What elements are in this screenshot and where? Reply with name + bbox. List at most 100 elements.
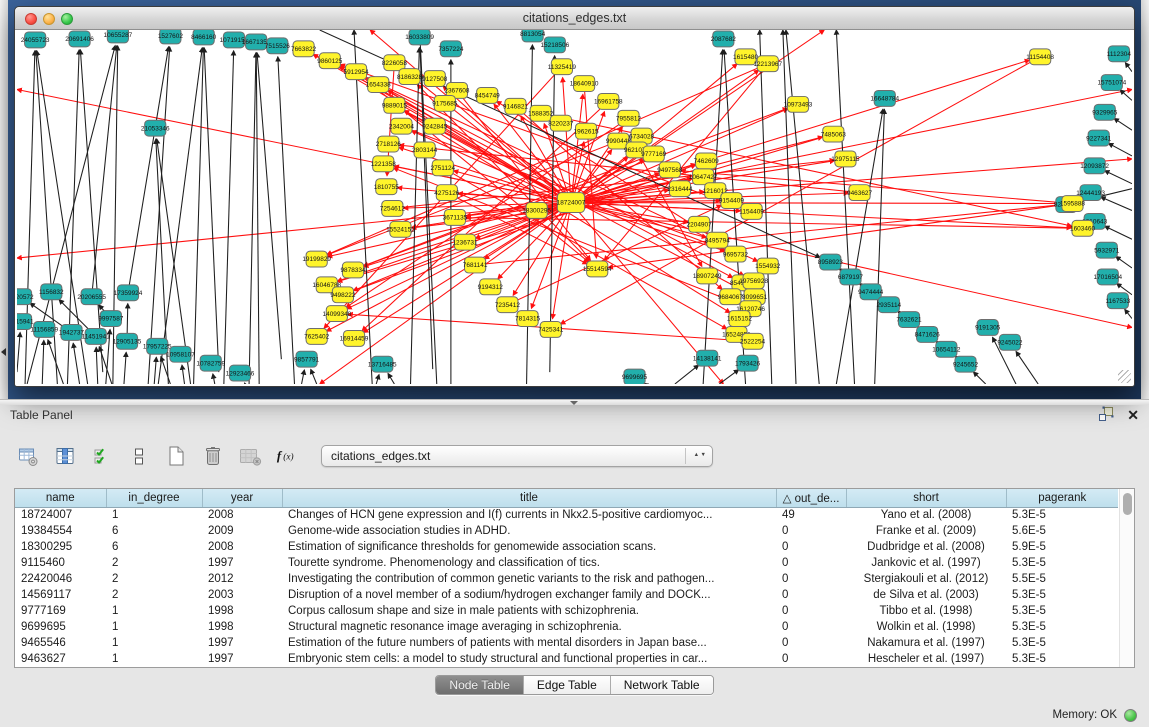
network-edge[interactable] — [675, 365, 699, 384]
network-node[interactable]: 1167533 — [1106, 293, 1131, 309]
network-node[interactable]: 7663822 — [291, 41, 317, 57]
network-node[interactable]: 1154409 — [739, 204, 764, 220]
network-node[interactable]: 9777169 — [641, 146, 667, 162]
network-node[interactable]: 3671135 — [443, 209, 468, 225]
network-node[interactable]: 11154408 — [1026, 49, 1054, 65]
network-node[interactable]: 18300295 — [522, 203, 551, 219]
table-cell[interactable]: Tourette syndrome. Phenomenology and cla… — [282, 555, 776, 571]
network-node[interactable]: 8495794 — [705, 232, 731, 248]
network-edge[interactable] — [113, 46, 118, 384]
table-cell[interactable]: 2 — [106, 571, 202, 587]
network-node[interactable]: 12923466 — [226, 365, 255, 381]
network-edge[interactable] — [571, 203, 1061, 204]
network-node[interactable]: 10654112 — [932, 341, 961, 357]
network-node[interactable]: 20206555 — [77, 289, 106, 305]
table-cell[interactable]: 49 — [776, 507, 846, 523]
network-node[interactable]: 9997587 — [98, 311, 124, 327]
table-cell[interactable]: Nakamura et al. (1997) — [846, 635, 1006, 651]
table-selector[interactable]: citations_edges.txt ▲ ▼ — [321, 445, 713, 467]
network-edge[interactable] — [99, 347, 112, 384]
network-node[interactable]: 1615152 — [727, 311, 753, 327]
table-cell[interactable]: 9777169 — [15, 603, 106, 619]
table-cell[interactable]: 1 — [106, 619, 202, 635]
network-node[interactable]: 19199829 — [302, 251, 331, 267]
network-node[interactable]: 9242845 — [422, 118, 448, 134]
network-node[interactable]: 8454749 — [475, 88, 501, 104]
table-cell[interactable]: Jankovic et al. (1997) — [846, 555, 1006, 571]
table-cell[interactable]: Stergiakouli et al. (2012) — [846, 571, 1006, 587]
network-node[interactable]: 2342004 — [389, 118, 415, 134]
column-header-in_degree[interactable]: in_degree — [106, 489, 202, 507]
network-node[interactable]: 8958923 — [818, 254, 844, 270]
selector-stepper-icon[interactable]: ▲ ▼ — [685, 448, 706, 464]
network-node[interactable]: 9175685 — [432, 95, 458, 111]
network-node[interactable]: 9146821 — [503, 98, 529, 114]
table-cell[interactable]: 6 — [106, 523, 202, 539]
network-node[interactable]: 9878334 — [340, 262, 366, 278]
network-edge[interactable] — [48, 340, 64, 384]
table-cell[interactable]: 0 — [776, 523, 846, 539]
tab-node-table[interactable]: Node Table — [436, 676, 523, 694]
network-node[interactable]: 5932971 — [1094, 242, 1120, 258]
network-node[interactable]: 1112304 — [1107, 46, 1132, 62]
table-cell[interactable]: 2009 — [202, 523, 282, 539]
row-options-icon[interactable] — [127, 445, 151, 467]
network-node[interactable]: 10973493 — [784, 96, 813, 112]
network-node[interactable]: 19756928 — [739, 273, 768, 289]
network-edge[interactable] — [420, 48, 433, 369]
table-cell[interactable]: 1 — [106, 651, 202, 667]
column-header-short[interactable]: short — [846, 489, 1006, 507]
network-edge[interactable] — [213, 374, 215, 384]
table-cell[interactable]: 0 — [776, 571, 846, 587]
network-node[interactable]: 1603460 — [1070, 220, 1096, 236]
network-node[interactable]: 9860125 — [317, 53, 343, 69]
network-node[interactable]: 7485063 — [821, 126, 847, 142]
network-edge[interactable] — [719, 370, 738, 384]
network-edge[interactable] — [1114, 118, 1132, 130]
network-node[interactable]: 7254612 — [380, 201, 406, 217]
network-node[interactable]: 15524151 — [386, 221, 415, 237]
network-edge[interactable] — [1105, 226, 1132, 239]
network-node[interactable]: 1221358 — [371, 156, 397, 172]
network-node[interactable]: 1810755 — [374, 179, 400, 195]
network-node[interactable]: 7955812 — [616, 110, 642, 126]
network-edge[interactable] — [1116, 256, 1132, 268]
table-cell[interactable]: 2012 — [202, 571, 282, 587]
network-edge[interactable] — [256, 53, 259, 384]
delete-column-icon[interactable] — [201, 445, 225, 467]
network-node[interactable]: 15751074 — [1097, 75, 1126, 91]
table-cell[interactable]: 0 — [776, 603, 846, 619]
create-column-icon[interactable] — [164, 445, 188, 467]
network-node[interactable]: 1156832 — [39, 284, 64, 300]
table-cell[interactable]: 1 — [106, 635, 202, 651]
table-row[interactable]: 946362711997Embryonic stem cells: a mode… — [15, 651, 1118, 667]
column-header-year[interactable]: year — [202, 489, 282, 507]
collapse-panel-icon[interactable] — [1, 348, 6, 356]
network-node[interactable]: 9497568 — [657, 162, 683, 178]
network-edge[interactable] — [1125, 63, 1132, 72]
network-node[interactable]: 2751124 — [431, 160, 456, 176]
network-node[interactable]: 9498222 — [330, 287, 356, 303]
network-node[interactable]: 2718126 — [376, 136, 402, 152]
table-row[interactable]: 911546021997Tourette syndrome. Phenomeno… — [15, 555, 1118, 571]
network-edge[interactable] — [249, 53, 256, 384]
table-cell[interactable]: Tibbo et al. (1998) — [846, 603, 1006, 619]
table-cell[interactable]: 1 — [106, 603, 202, 619]
network-node[interactable]: 16648784 — [870, 90, 899, 106]
table-cell[interactable]: 0 — [776, 587, 846, 603]
table-cell[interactable]: Wolkin et al. (1998) — [846, 619, 1006, 635]
table-cell[interactable]: 9115460 — [15, 555, 106, 571]
table-row[interactable]: 977716911998Corpus callosum shape and si… — [15, 603, 1118, 619]
network-node[interactable]: 7462609 — [694, 153, 720, 169]
network-node[interactable]: 9329965 — [1092, 104, 1118, 120]
table-cell[interactable]: 19384554 — [15, 523, 106, 539]
network-edge[interactable] — [388, 373, 394, 384]
network-edge[interactable] — [182, 365, 185, 384]
network-node[interactable]: 1236731 — [452, 234, 478, 250]
table-cell[interactable]: de Silva et al. (2003) — [846, 587, 1006, 603]
network-edge[interactable] — [154, 357, 156, 384]
table-cell[interactable]: Yano et al. (2008) — [846, 507, 1006, 523]
table-cell[interactable]: Hescheler et al. (1997) — [846, 651, 1006, 667]
table-row[interactable]: 2242004622012Investigating the contribut… — [15, 571, 1118, 587]
table-cell[interactable]: 2008 — [202, 507, 282, 523]
